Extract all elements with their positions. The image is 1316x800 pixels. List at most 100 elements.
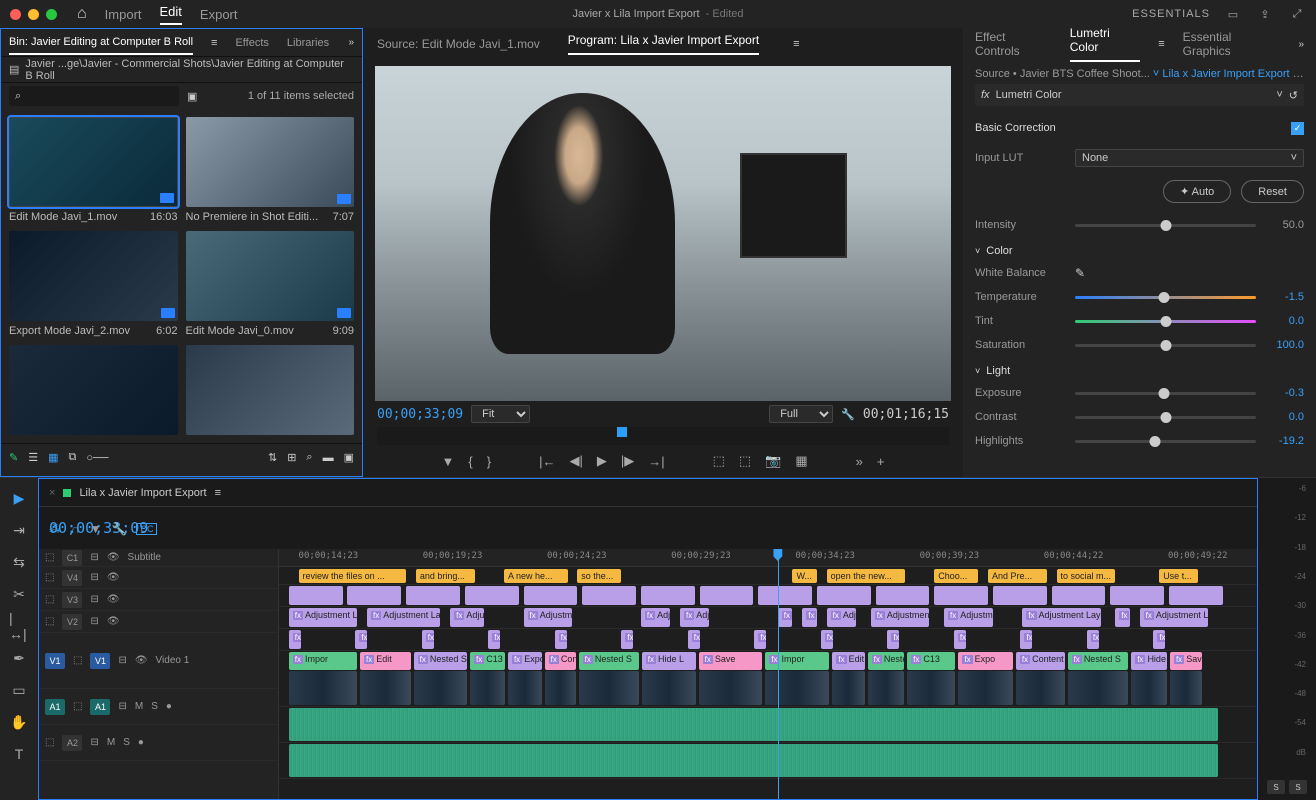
clip-thumb[interactable] <box>9 345 178 435</box>
close-window[interactable] <box>10 9 21 20</box>
clip-thumbnail[interactable] <box>579 671 639 705</box>
video-clip[interactable]: fxNested S <box>868 652 905 670</box>
panel-overflow-icon[interactable]: » <box>348 37 354 48</box>
fx-clip[interactable]: fx <box>488 630 500 649</box>
v4-clip[interactable] <box>758 586 812 605</box>
adjustment-clip[interactable]: fxAdju <box>827 608 856 627</box>
track-target-v3[interactable]: V3 <box>62 592 82 608</box>
eye-icon[interactable]: 👁 <box>107 572 120 583</box>
video-clip[interactable]: fxImpor <box>765 652 829 670</box>
video-clip[interactable]: fxContent <box>1016 652 1065 670</box>
subtitle-clip[interactable]: open the new... <box>827 569 905 583</box>
clip-thumb[interactable]: No Premiere in Shot Editi...7:07 <box>186 117 355 223</box>
tint-slider[interactable] <box>1075 320 1256 323</box>
lift-icon[interactable]: ⬚ <box>713 453 725 469</box>
exposure-value[interactable]: -0.3 <box>1264 387 1304 399</box>
video-clip[interactable]: fxImpor <box>289 652 357 670</box>
adjustment-clip[interactable]: fxA <box>778 608 793 627</box>
lumetri-dropdown-icon[interactable]: ˅ <box>1276 89 1282 101</box>
freeform-view-icon[interactable]: ⧉ <box>69 451 77 464</box>
temperature-slider[interactable] <box>1075 296 1256 299</box>
subtitle-clip[interactable]: review the files on ... <box>299 569 407 583</box>
clip-thumbnail[interactable] <box>1068 671 1129 705</box>
v4-clip[interactable] <box>582 586 636 605</box>
adjustment-clip[interactable]: fxAdjustme <box>944 608 993 627</box>
razor-tool-icon[interactable]: ✂ <box>9 584 29 604</box>
clip-thumbnail[interactable] <box>289 671 357 705</box>
adjustment-clip[interactable]: fxAdjustment Lay <box>367 608 440 627</box>
clip-thumbnail[interactable] <box>642 671 696 705</box>
pen-tool-icon[interactable]: ✒ <box>9 648 29 668</box>
zoom-fit-select[interactable]: Fit <box>471 405 530 423</box>
input-lut-select[interactable]: None˅ <box>1075 149 1304 167</box>
clip-thumb[interactable] <box>186 345 355 435</box>
tab-essential-graphics[interactable]: Essential Graphics <box>1183 30 1281 58</box>
mute-button[interactable]: M <box>135 701 143 712</box>
lock-icon[interactable]: ⬚ <box>45 737 54 748</box>
export-frame-icon[interactable]: 📷 <box>765 453 781 469</box>
v4-clip[interactable] <box>876 586 930 605</box>
fx-clip[interactable]: fx <box>355 630 367 649</box>
intensity-value[interactable]: 50.0 <box>1264 219 1304 231</box>
project-tab-libraries[interactable]: Libraries <box>287 37 329 49</box>
adjustment-clip[interactable]: fxA <box>1115 608 1130 627</box>
video-clip[interactable]: fxSave <box>699 652 763 670</box>
play-icon[interactable]: ▶ <box>597 453 607 469</box>
adjustment-clip[interactable]: fxAdjustment Layer <box>1022 608 1100 627</box>
fx-clip[interactable]: fx <box>821 630 833 649</box>
ripple-edit-tool-icon[interactable]: ⇆ <box>9 552 29 572</box>
solo-right-button[interactable]: S <box>1289 780 1307 794</box>
v4-clip[interactable] <box>406 586 460 605</box>
adjustment-clip[interactable]: fxAdjustment La <box>289 608 357 627</box>
fx-clip[interactable]: fx <box>422 630 434 649</box>
sync-lock-icon[interactable]: ⊟ <box>90 737 98 748</box>
eyedropper-icon[interactable]: ✎ <box>1075 266 1085 280</box>
video-clip[interactable]: fxNested S <box>414 652 467 670</box>
sync-lock-icon[interactable]: ⊟ <box>90 572 98 583</box>
adjustment-clip[interactable]: fxAdjustment L <box>871 608 930 627</box>
video-clip[interactable]: fxExpo <box>958 652 1013 670</box>
clip-thumbnail[interactable] <box>545 671 576 705</box>
close-sequence-icon[interactable]: × <box>49 487 55 499</box>
find-icon[interactable]: ⌕ <box>306 451 312 464</box>
fx-clip[interactable]: fx <box>289 630 301 649</box>
source-monitor-tab[interactable]: Source: Edit Mode Javi_1.mov <box>377 37 540 51</box>
lock-icon[interactable]: ⬚ <box>73 655 82 666</box>
clip-thumbnail[interactable] <box>907 671 955 705</box>
contrast-value[interactable]: 0.0 <box>1264 411 1304 423</box>
clip-thumb[interactable]: Edit Mode Javi_0.mov9:09 <box>186 231 355 337</box>
voiceover-icon[interactable]: ● <box>166 701 172 712</box>
rectangle-tool-icon[interactable]: ▭ <box>9 680 29 700</box>
mute-button[interactable]: M <box>107 737 115 748</box>
video-clip[interactable]: fxNested S <box>1068 652 1129 670</box>
v4-clip[interactable] <box>524 586 578 605</box>
monitor-menu-icon[interactable]: ≡ <box>793 38 799 50</box>
v4-clip[interactable] <box>993 586 1047 605</box>
light-group-header[interactable]: Light <box>986 365 1010 377</box>
adjustment-clip[interactable]: fxAdj <box>680 608 709 627</box>
saturation-slider[interactable] <box>1075 344 1256 347</box>
monitor-ruler[interactable] <box>377 427 949 445</box>
timeline-tracks-area[interactable]: 00;00;14;2300;00;19;2300;00;24;2300;00;2… <box>279 549 1257 799</box>
fx-clip[interactable]: fx <box>555 630 567 649</box>
eye-icon[interactable]: 👁 <box>135 655 148 666</box>
linked-selection-icon[interactable]: ∩ <box>71 522 80 536</box>
go-to-in-icon[interactable]: |← <box>539 454 555 469</box>
clip-thumbnail[interactable] <box>1170 671 1202 705</box>
extract-icon[interactable]: ⬚ <box>739 453 751 469</box>
track-target-a2[interactable]: A2 <box>62 735 82 751</box>
add-marker-icon[interactable]: ▼ <box>442 454 455 469</box>
intensity-slider[interactable] <box>1075 224 1256 227</box>
list-view-icon[interactable]: ☰ <box>28 451 38 464</box>
search-input[interactable] <box>9 86 179 106</box>
video-clip[interactable]: fxC13 <box>470 652 505 670</box>
track-target-a1[interactable]: A1 <box>90 699 110 715</box>
v4-clip[interactable] <box>1052 586 1106 605</box>
bin-back-icon[interactable]: ▤ <box>9 63 19 76</box>
adjustment-clip[interactable]: fxAdjustm <box>524 608 573 627</box>
video-clip[interactable]: fxContent <box>545 652 576 670</box>
adjustment-clip[interactable]: fxAdjust <box>641 608 670 627</box>
clip-thumbnail[interactable] <box>1131 671 1167 705</box>
sequence-name[interactable]: Lila x Javier Import Export <box>79 487 206 499</box>
reset-button[interactable]: Reset <box>1241 180 1304 203</box>
